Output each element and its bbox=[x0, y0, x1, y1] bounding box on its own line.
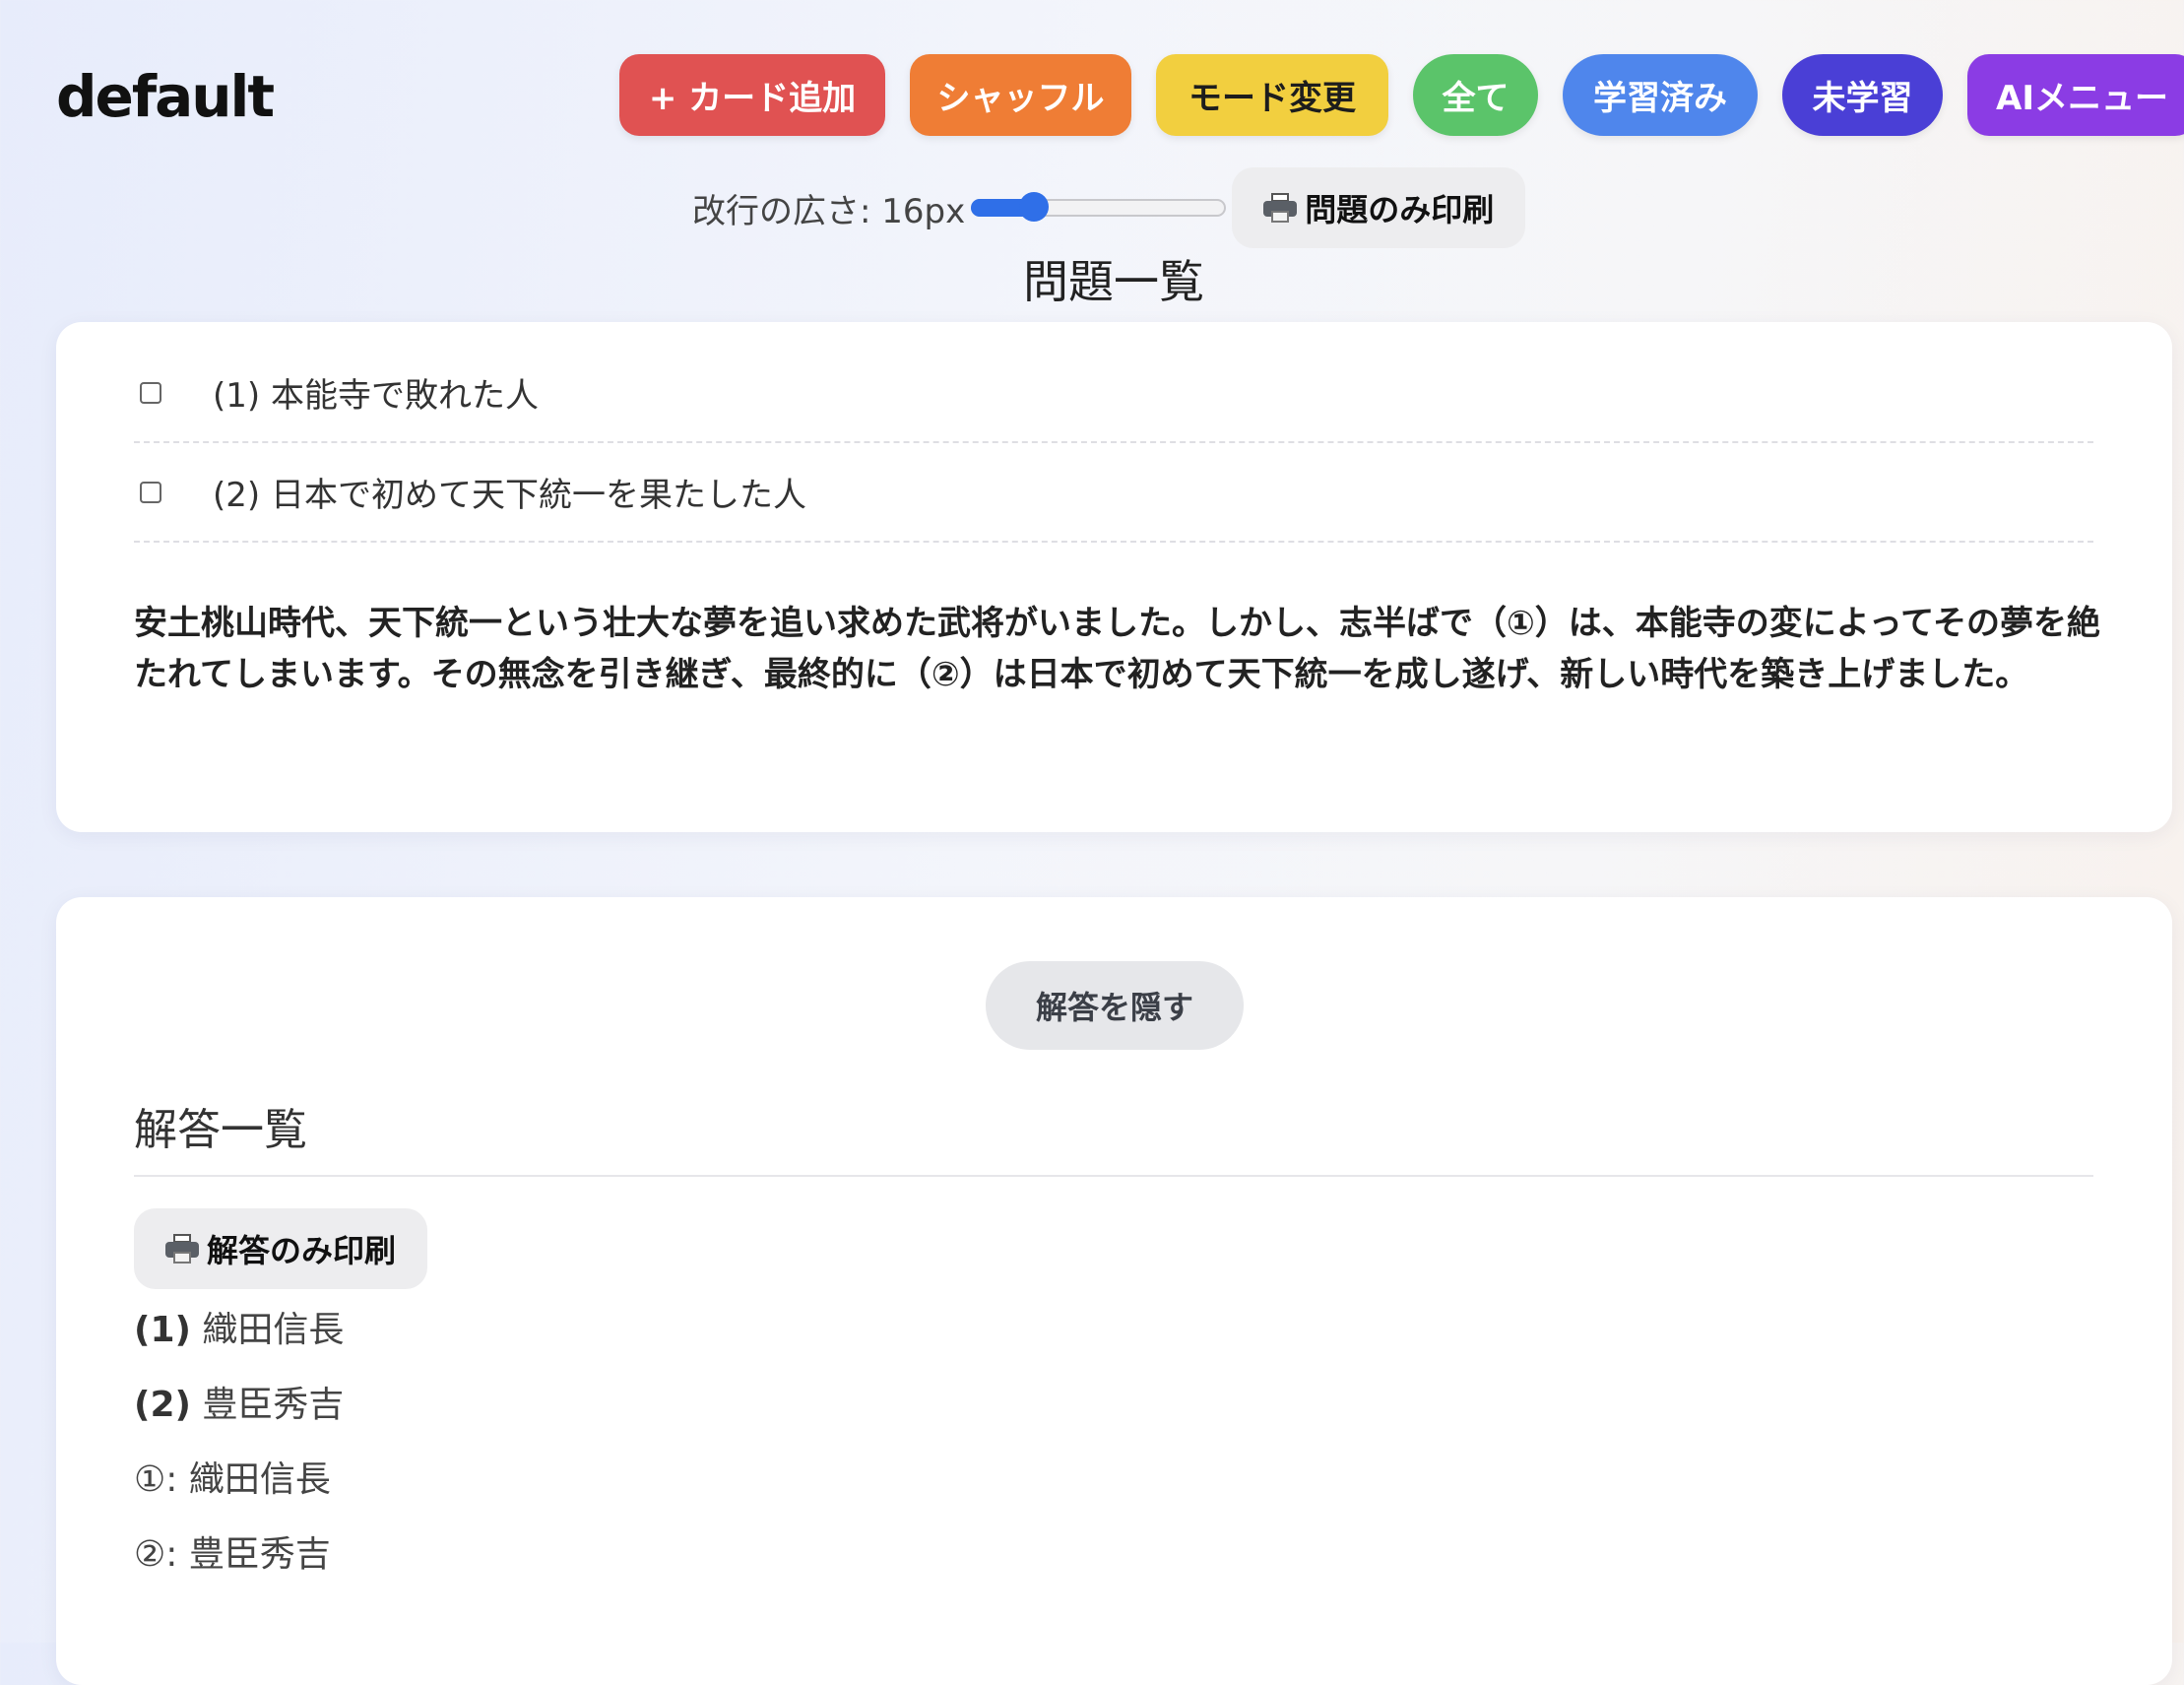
answer-value: 豊臣秀吉 bbox=[177, 1534, 331, 1575]
filter-unlearned-button[interactable]: 未学習 bbox=[1782, 54, 1943, 136]
question-list-title: 問題一覧 bbox=[1023, 255, 1204, 308]
page: default + カード追加 シャッフル モード変更 全て 学習済み 未学習 … bbox=[0, 0, 2184, 1685]
hide-answers-button[interactable]: 解答を隠す bbox=[986, 961, 1244, 1050]
print-questions-button[interactable]: 問題のみ印刷 bbox=[1232, 167, 1526, 248]
add-card-button[interactable]: + カード追加 bbox=[619, 54, 885, 136]
answer-list-heading: 解答一覧 bbox=[134, 1094, 2093, 1177]
printer-icon bbox=[165, 1234, 199, 1264]
answer-value: 織田信長 bbox=[177, 1459, 331, 1500]
printer-icon bbox=[1263, 193, 1298, 223]
shuffle-button[interactable]: シャッフル bbox=[910, 54, 1131, 136]
question-passage: 安土桃山時代、天下統一という壮大な夢を追い求めた武将がいました。しかし、志半ばで… bbox=[134, 604, 2101, 694]
toolbar: + カード追加 シャッフル モード変更 全て 学習済み 未学習 AIメニュー bbox=[619, 54, 2184, 136]
question-text: (2) 日本で初めて天下統一を果たした人 bbox=[213, 476, 806, 515]
answer-card: 解答を隠す 解答一覧 解答のみ印刷 (1) 織田信長 (2) 豊臣秀吉 ①: 織… bbox=[56, 897, 2172, 1685]
print-questions-label: 問題のみ印刷 bbox=[1305, 191, 1495, 228]
answer-value: 織田信長 bbox=[190, 1310, 345, 1350]
question-checkbox[interactable] bbox=[140, 481, 161, 503]
line-spacing-slider[interactable] bbox=[971, 192, 1227, 222]
mode-change-button[interactable]: モード変更 bbox=[1156, 54, 1388, 136]
question-card: (1) 本能寺で敗れた人 (2) 日本で初めて天下統一を果たした人 安土桃山時代… bbox=[56, 322, 2172, 832]
filter-all-button[interactable]: 全て bbox=[1413, 54, 1538, 136]
answer-label: (2) bbox=[134, 1385, 191, 1425]
question-row: (2) 日本で初めて天下統一を果たした人 bbox=[134, 443, 2093, 543]
ai-menu-button[interactable]: AIメニュー bbox=[1967, 54, 2184, 136]
print-answers-button[interactable]: 解答のみ印刷 bbox=[134, 1208, 428, 1289]
answer-item: (1) 織田信長 bbox=[134, 1301, 344, 1352]
question-row: (1) 本能寺で敗れた人 bbox=[134, 344, 2093, 443]
answer-item: ②: 豊臣秀吉 bbox=[134, 1525, 331, 1577]
answer-item: (2) 豊臣秀吉 bbox=[134, 1376, 344, 1427]
slider-thumb[interactable] bbox=[1019, 192, 1050, 222]
brand-title: default bbox=[56, 63, 275, 130]
filter-learned-button[interactable]: 学習済み bbox=[1563, 54, 1758, 136]
answer-label: ②: bbox=[134, 1534, 178, 1575]
answer-label: (1) bbox=[134, 1310, 191, 1350]
question-text: (1) 本能寺で敗れた人 bbox=[213, 376, 539, 416]
line-spacing-label: 改行の広さ: 16px bbox=[692, 191, 966, 231]
print-answers-label: 解答のみ印刷 bbox=[207, 1232, 397, 1269]
answer-item: ①: 織田信長 bbox=[134, 1451, 331, 1502]
answer-label: ①: bbox=[134, 1459, 178, 1500]
line-spacing-control: 改行の広さ: 16px 問題のみ印刷 bbox=[692, 167, 1526, 248]
answer-value: 豊臣秀吉 bbox=[190, 1385, 345, 1425]
question-checkbox[interactable] bbox=[140, 381, 161, 404]
